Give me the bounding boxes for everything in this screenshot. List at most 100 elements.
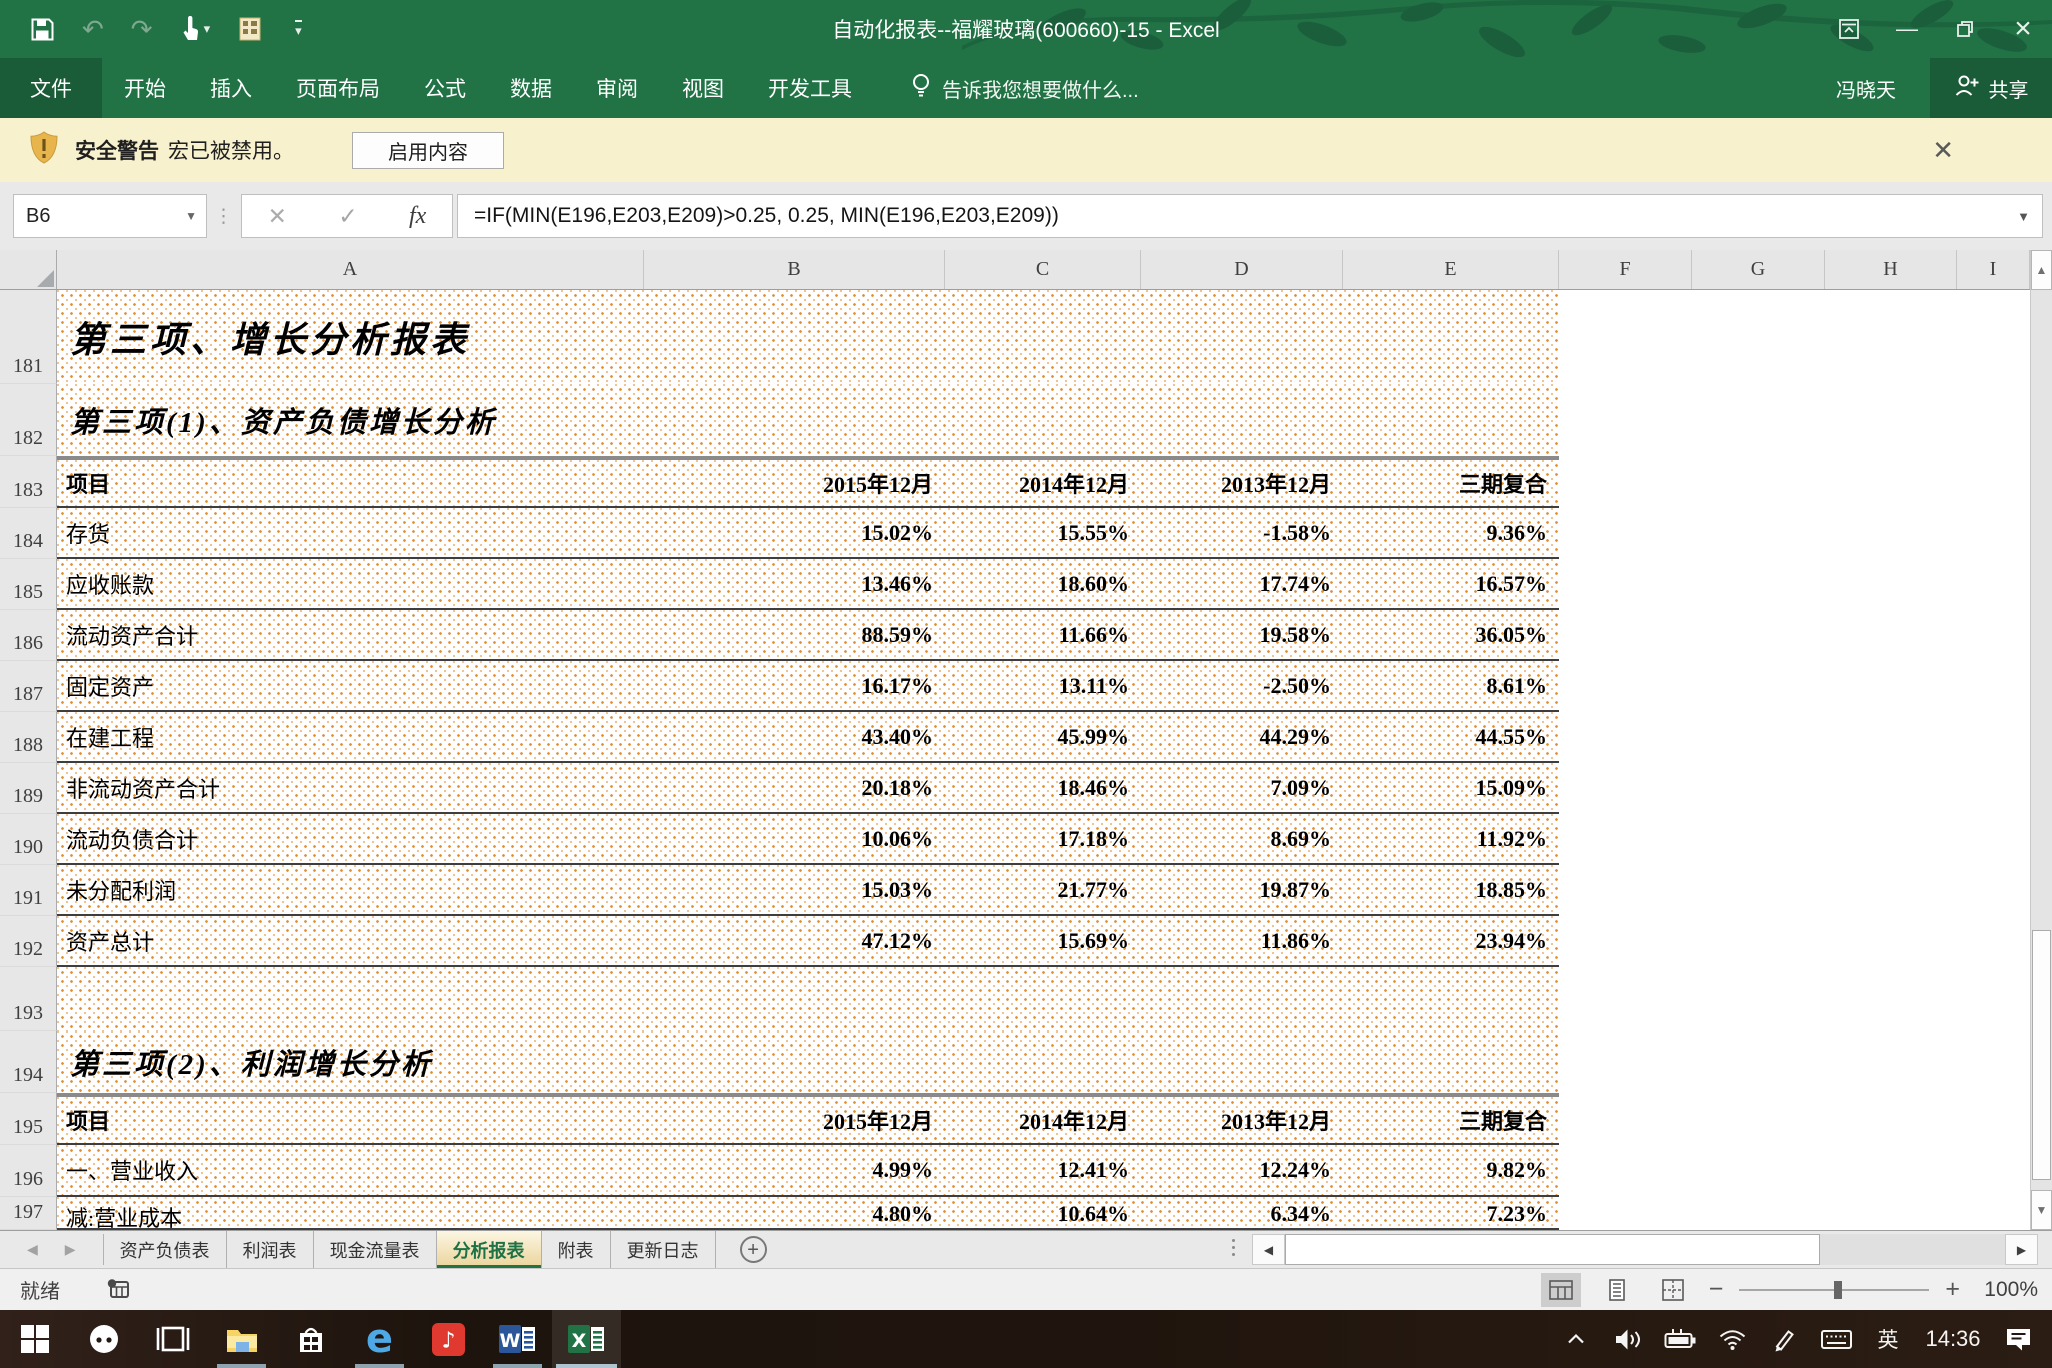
row-header-196[interactable]: 196 xyxy=(0,1145,57,1197)
cell-value[interactable]: 16.57% xyxy=(1343,559,1559,608)
tell-me-box[interactable]: 告诉我您想要做什么... xyxy=(910,58,1139,118)
row-header-182[interactable]: 182 xyxy=(0,384,57,456)
ribbon-tab-视图[interactable]: 视图 xyxy=(660,58,746,118)
cell-subtitle[interactable]: 第三项(1)、资产负债增长分析 xyxy=(57,399,497,441)
excel-icon[interactable]: X xyxy=(552,1310,621,1368)
row-header-188[interactable]: 188 xyxy=(0,712,57,763)
zoom-slider-handle[interactable] xyxy=(1834,1281,1842,1299)
cell-value[interactable]: 18.60% xyxy=(945,559,1141,608)
column-header-H[interactable]: H xyxy=(1825,250,1957,289)
cell-value[interactable]: 20.18% xyxy=(644,763,945,812)
start-icon[interactable] xyxy=(0,1310,69,1368)
user-account[interactable]: 冯晓天 xyxy=(1836,58,1930,118)
vertical-scroll-thumb[interactable] xyxy=(2032,930,2051,1180)
cell-value[interactable]: 47.12% xyxy=(644,916,945,965)
cell-value[interactable]: 2015年12月 xyxy=(644,1097,945,1143)
cell-value[interactable]: -2.50% xyxy=(1141,661,1343,710)
formula-bar-expand-icon[interactable]: ▼ xyxy=(2017,209,2030,224)
edge-icon[interactable]: e xyxy=(345,1310,414,1368)
sheet-tab-附表[interactable]: 附表 xyxy=(542,1231,611,1268)
touch-keyboard-icon[interactable] xyxy=(1810,1310,1862,1368)
cell-value[interactable]: 15.03% xyxy=(644,865,945,914)
minimize-icon[interactable]: — xyxy=(1878,0,1936,58)
ribbon-tab-开始[interactable]: 开始 xyxy=(102,58,188,118)
tab-bar-divider-handle[interactable] xyxy=(1232,1239,1235,1256)
cell-label[interactable]: 存货 xyxy=(57,508,644,557)
column-header-C[interactable]: C xyxy=(945,250,1141,289)
sheet-next-icon[interactable]: ▶ xyxy=(65,1241,76,1258)
cell-value[interactable]: 2013年12月 xyxy=(1141,1097,1343,1143)
cell-value[interactable]: 23.94% xyxy=(1343,916,1559,965)
cell-value[interactable]: 4.99% xyxy=(644,1145,945,1195)
cell-value[interactable]: 10.64% xyxy=(945,1197,1141,1228)
restore-icon[interactable] xyxy=(1936,0,1994,58)
cell-label[interactable]: 项目 xyxy=(57,1097,644,1143)
row-header-185[interactable]: 185 xyxy=(0,559,57,610)
vertical-scroll-track[interactable] xyxy=(2031,290,2052,1190)
hidden-icons-chevron-icon[interactable] xyxy=(1550,1310,1602,1368)
horizontal-scrollbar[interactable]: ◀ ▶ xyxy=(1252,1234,2038,1265)
cell-label[interactable]: 资产总计 xyxy=(57,916,644,965)
column-header-I[interactable]: I xyxy=(1957,250,2030,289)
zoom-in-icon[interactable]: + xyxy=(1945,1275,1960,1304)
cell-value[interactable]: 13.11% xyxy=(945,661,1141,710)
cortana-icon[interactable] xyxy=(69,1310,138,1368)
vertical-scrollbar[interactable]: ▲ ▼ xyxy=(2030,250,2052,1230)
cell-label[interactable]: 一、营业收入 xyxy=(57,1145,644,1195)
netease-music-icon[interactable]: ♪ xyxy=(414,1310,483,1368)
sheet-tab-更新日志[interactable]: 更新日志 xyxy=(611,1231,716,1268)
page-layout-view-button[interactable] xyxy=(1597,1273,1637,1307)
row-header-195[interactable]: 195 xyxy=(0,1093,57,1145)
pen-icon[interactable] xyxy=(1758,1310,1810,1368)
cell-value[interactable]: 11.86% xyxy=(1141,916,1343,965)
cell-value[interactable]: 三期复合 xyxy=(1343,460,1559,506)
cell-value[interactable]: 11.66% xyxy=(945,610,1141,659)
cell-value[interactable]: 18.85% xyxy=(1343,865,1559,914)
row-header-189[interactable]: 189 xyxy=(0,763,57,814)
page-break-view-button[interactable] xyxy=(1653,1273,1693,1307)
sheet-tab-资产负债表[interactable]: 资产负债表 xyxy=(104,1231,227,1268)
row-header-186[interactable]: 186 xyxy=(0,610,57,661)
sheet-tab-利润表[interactable]: 利润表 xyxy=(227,1231,314,1268)
row-header-183[interactable]: 183 xyxy=(0,456,57,508)
column-header-B[interactable]: B xyxy=(644,250,945,289)
row-header-190[interactable]: 190 xyxy=(0,814,57,865)
cell-label[interactable]: 减:营业成本 xyxy=(57,1197,644,1228)
cell-label[interactable]: 项目 xyxy=(57,460,644,506)
cell-value[interactable]: 45.99% xyxy=(945,712,1141,761)
word-icon[interactable]: W xyxy=(483,1310,552,1368)
enable-content-button[interactable]: 启用内容 xyxy=(352,132,504,169)
close-icon[interactable]: × xyxy=(1994,0,2052,58)
column-header-G[interactable]: G xyxy=(1692,250,1825,289)
zoom-out-icon[interactable]: − xyxy=(1709,1275,1724,1304)
cell-value[interactable]: 44.55% xyxy=(1343,712,1559,761)
horizontal-scroll-track[interactable] xyxy=(1820,1234,2005,1265)
cell-value[interactable]: 15.09% xyxy=(1343,763,1559,812)
cell-value[interactable]: 10.06% xyxy=(644,814,945,863)
cell-value[interactable]: 7.09% xyxy=(1141,763,1343,812)
clock[interactable]: 14:36 xyxy=(1914,1310,1992,1368)
volume-icon[interactable] xyxy=(1602,1310,1654,1368)
zoom-level[interactable]: 100% xyxy=(1976,1278,2038,1302)
input-language-indicator[interactable]: 英 xyxy=(1862,1310,1914,1368)
row-header-192[interactable]: 192 xyxy=(0,916,57,967)
cell-value[interactable]: 9.36% xyxy=(1343,508,1559,557)
select-all-corner[interactable] xyxy=(0,250,57,289)
cell-value[interactable]: 44.29% xyxy=(1141,712,1343,761)
scroll-down-icon[interactable]: ▼ xyxy=(2031,1190,2052,1230)
action-center-icon[interactable] xyxy=(1992,1310,2044,1368)
cell-value[interactable]: 12.24% xyxy=(1141,1145,1343,1195)
row-header-194[interactable]: 194 xyxy=(0,1031,57,1093)
cell-value[interactable]: 9.82% xyxy=(1343,1145,1559,1195)
cell-label[interactable]: 流动负债合计 xyxy=(57,814,644,863)
cell-value[interactable]: 15.69% xyxy=(945,916,1141,965)
horizontal-scroll-thumb[interactable] xyxy=(1285,1234,1820,1265)
name-box[interactable]: B6 ▼ xyxy=(13,194,207,238)
name-box-dropdown-icon[interactable]: ▼ xyxy=(185,209,206,223)
cell-label[interactable]: 应收账款 xyxy=(57,559,644,608)
insert-function-icon[interactable]: fx xyxy=(409,203,426,230)
battery-icon[interactable] xyxy=(1654,1310,1706,1368)
task-view-icon[interactable] xyxy=(138,1310,207,1368)
ribbon-tab-开发工具[interactable]: 开发工具 xyxy=(746,58,874,118)
column-header-F[interactable]: F xyxy=(1559,250,1692,289)
